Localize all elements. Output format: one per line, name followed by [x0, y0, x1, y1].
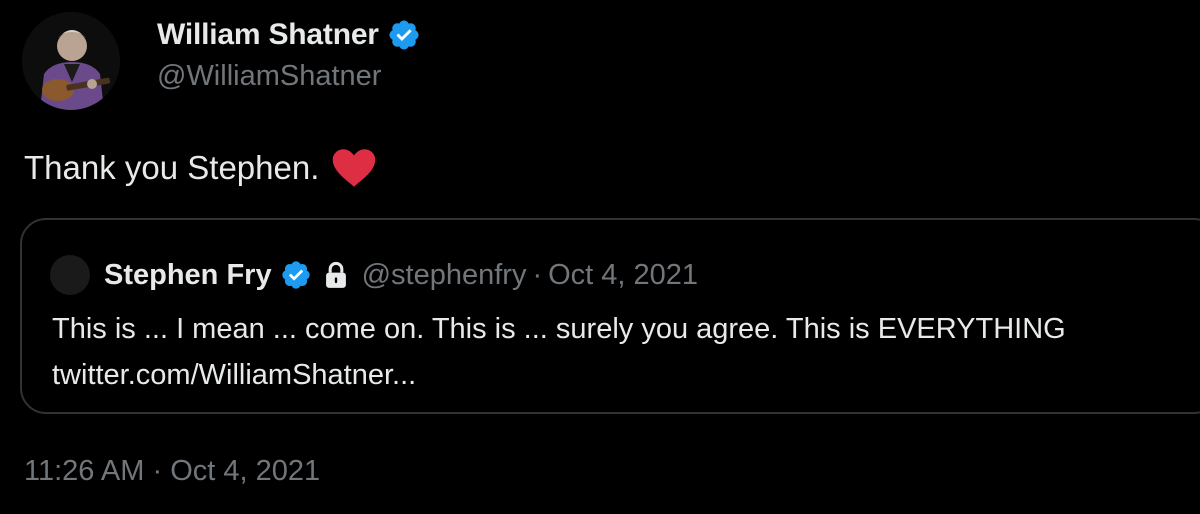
quoted-tweet-card[interactable]: Stephen Fry @stephenfry · Oct 4, 2021 Th…	[20, 218, 1200, 414]
tweet-timestamp[interactable]: 11:26 AM · Oct 4, 2021	[24, 455, 320, 488]
quoted-author-avatar[interactable]	[50, 255, 90, 295]
tweet-text: Thank you Stephen.	[24, 148, 377, 188]
tweet-date: Oct 4, 2021	[170, 455, 321, 487]
quoted-header-separator: ·	[532, 258, 543, 291]
quoted-author-name[interactable]: Stephen Fry	[104, 259, 272, 292]
quoted-tweet-body: This is ... I mean ... come on. This is …	[52, 306, 1066, 398]
verified-badge-icon[interactable]	[387, 18, 421, 52]
author-avatar[interactable]	[22, 12, 120, 110]
author-name-row: William Shatner	[157, 14, 421, 56]
red-heart-icon	[333, 149, 376, 187]
quoted-tweet-link[interactable]: twitter.com/WilliamShatner...	[52, 352, 1066, 398]
tweet-text-content: Thank you Stephen.	[24, 149, 320, 186]
quoted-tweet-date[interactable]: Oct 4, 2021	[548, 259, 698, 292]
author-name[interactable]: William Shatner	[157, 18, 379, 52]
tweet-card: William Shatner @WilliamShatner Thank yo…	[0, 0, 1200, 514]
quoted-tweet-line-1: This is ... I mean ... come on. This is …	[52, 313, 1066, 345]
lock-icon	[325, 261, 346, 288]
quoted-author-handle[interactable]: @stephenfry	[362, 259, 527, 292]
tweet-time: 11:26 AM	[24, 455, 145, 487]
author-handle[interactable]: @WilliamShatner	[157, 60, 381, 93]
quoted-tweet-header: Stephen Fry @stephenfry · Oct 4, 2021	[50, 254, 698, 296]
timestamp-separator: ·	[152, 455, 163, 487]
verified-badge-icon	[281, 261, 310, 289]
avatar-image-icon	[22, 12, 120, 110]
